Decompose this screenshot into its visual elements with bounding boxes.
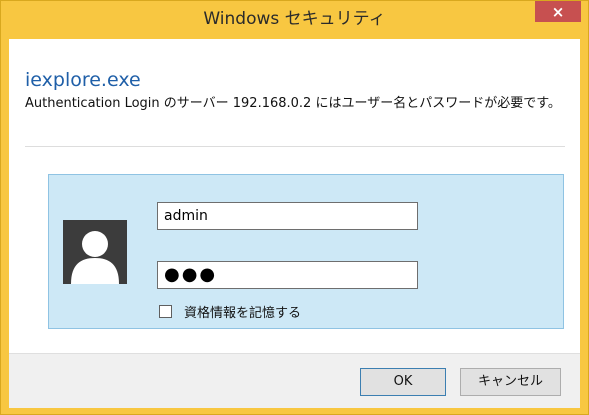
username-input[interactable]: admin (157, 202, 418, 230)
cancel-button[interactable]: キャンセル (460, 368, 561, 396)
title-bar[interactable]: Windows セキュリティ × (1, 1, 588, 38)
close-icon: × (551, 2, 565, 21)
credential-tile[interactable]: admin ●●● 資格情報を記憶する (48, 174, 564, 329)
divider (25, 146, 565, 147)
app-name: iexplore.exe (25, 69, 141, 91)
user-avatar-icon (63, 220, 127, 284)
remember-checkbox[interactable] (159, 304, 172, 318)
window-title: Windows セキュリティ (203, 9, 386, 29)
remember-credentials[interactable]: 資格情報を記憶する (159, 302, 301, 321)
ok-button[interactable]: OK (360, 368, 446, 396)
auth-message: Authentication Login のサーバー 192.168.0.2 に… (25, 96, 561, 111)
button-bar: OK キャンセル (9, 353, 580, 408)
security-dialog: Windows セキュリティ × iexplore.exe Authentica… (0, 0, 589, 415)
dialog-body: iexplore.exe Authentication Login のサーバー … (9, 39, 580, 408)
close-button[interactable]: × (535, 1, 581, 22)
password-input[interactable]: ●●● (157, 261, 418, 289)
remember-label[interactable]: 資格情報を記憶する (184, 302, 301, 321)
